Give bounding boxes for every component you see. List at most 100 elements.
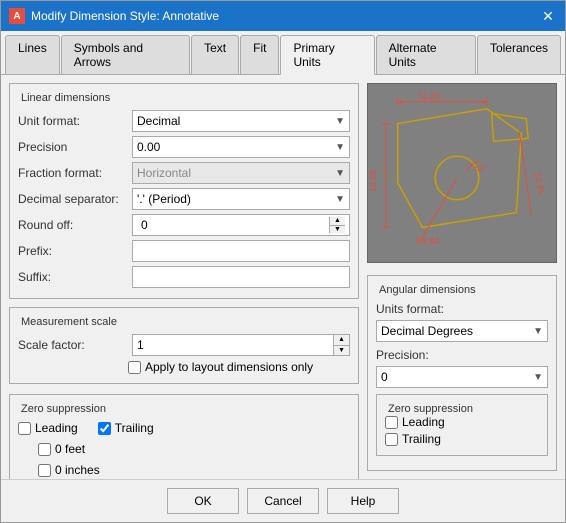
angular-zero-suppression-title: Zero suppression <box>385 403 476 415</box>
zero-suppression-title: Zero suppression <box>18 403 109 415</box>
main-window: A Modify Dimension Style: Annotative ✕ L… <box>0 0 566 523</box>
angular-precision-arrow: ▼ <box>533 372 543 383</box>
suffix-row: Suffix: <box>18 266 350 288</box>
decimal-separator-row: Decimal separator: '.' (Period) ▼ <box>18 188 350 210</box>
angular-dimensions-section: Angular dimensions Units format: Decimal… <box>367 275 557 471</box>
close-button[interactable]: ✕ <box>539 7 557 25</box>
zero-suppression-checkboxes: Leading Trailing <box>18 421 350 438</box>
preview-svg: 11.29 13.28 22.45 R8.94 <box>368 84 556 262</box>
angular-dimensions-title: Angular dimensions <box>376 284 479 296</box>
zero-inches-cb-row: 0 inches <box>38 463 100 477</box>
decimal-separator-label: Decimal separator: <box>18 192 128 206</box>
svg-text:13.28: 13.28 <box>368 170 378 192</box>
round-off-spinner[interactable]: 0 ▲ ▼ <box>132 214 350 236</box>
angular-leading-row: Leading <box>385 415 539 429</box>
titlebar-left: A Modify Dimension Style: Annotative <box>9 8 219 24</box>
cancel-button[interactable]: Cancel <box>247 488 319 514</box>
leading-checkbox[interactable] <box>18 422 31 435</box>
decimal-separator-arrow: ▼ <box>335 194 345 205</box>
unit-format-row: Unit format: Decimal ▼ <box>18 110 350 132</box>
svg-text:11.29: 11.29 <box>419 91 441 101</box>
tab-primary-units[interactable]: Primary Units <box>280 35 374 75</box>
tab-lines[interactable]: Lines <box>5 35 60 74</box>
precision-label: Precision <box>18 140 128 154</box>
ok-button[interactable]: OK <box>167 488 239 514</box>
angular-leading-label: Leading <box>402 415 445 429</box>
main-content: Linear dimensions Unit format: Decimal ▼… <box>1 75 565 479</box>
decimal-separator-dropdown[interactable]: '.' (Period) ▼ <box>132 188 350 210</box>
angular-units-format-label: Units format: <box>376 302 486 316</box>
scale-factor-spinner[interactable]: 1 ▲ ▼ <box>132 334 350 356</box>
svg-text:63°: 63° <box>475 164 487 173</box>
zero-suppression-section: Zero suppression Leading Trailing <box>9 394 359 479</box>
preview-box: 11.29 13.28 22.45 R8.94 <box>367 83 557 263</box>
zero-feet-label: 0 feet <box>55 442 85 456</box>
round-off-down[interactable]: ▼ <box>330 226 345 234</box>
angular-precision-dropdown[interactable]: 0 ▼ <box>376 366 548 388</box>
right-panel: 11.29 13.28 22.45 R8.94 <box>367 83 557 471</box>
prefix-label: Prefix: <box>18 244 128 258</box>
angular-precision-label: Precision: <box>376 348 486 362</box>
round-off-row: Round off: 0 ▲ ▼ <box>18 214 350 236</box>
angular-units-dropdown[interactable]: Decimal Degrees ▼ <box>376 320 548 342</box>
fraction-format-arrow: ▼ <box>335 168 345 179</box>
tab-fit[interactable]: Fit <box>240 35 279 74</box>
prefix-row: Prefix: <box>18 240 350 262</box>
scale-factor-up[interactable]: ▲ <box>334 335 349 346</box>
left-panel: Linear dimensions Unit format: Decimal ▼… <box>9 83 359 471</box>
window-title: Modify Dimension Style: Annotative <box>31 9 219 23</box>
angular-precision-dropdown-wrap: 0 ▼ <box>376 366 548 388</box>
zero-feet-row: 0 feet <box>38 442 85 456</box>
measurement-scale-title: Measurement scale <box>18 316 120 328</box>
angular-units-arrow: ▼ <box>533 326 543 337</box>
bottom-bar: OK Cancel Help <box>1 479 565 522</box>
trailing-checkbox[interactable] <box>98 422 111 435</box>
zero-inches-row: 0 inches <box>18 463 350 479</box>
angular-units-format-row: Units format: <box>376 302 548 316</box>
tab-alternate-units[interactable]: Alternate Units <box>376 35 476 74</box>
leading-label: Leading <box>35 421 78 435</box>
app-icon: A <box>9 8 25 24</box>
tab-text[interactable]: Text <box>191 35 239 74</box>
trailing-row: Trailing <box>98 421 154 435</box>
linear-dimensions-title: Linear dimensions <box>18 92 113 104</box>
scale-factor-row: Scale factor: 1 ▲ ▼ <box>18 334 350 356</box>
unit-format-dropdown[interactable]: Decimal ▼ <box>132 110 350 132</box>
angular-trailing-row: Trailing <box>385 432 539 446</box>
angular-units-dropdown-wrap: Decimal Degrees ▼ <box>376 320 548 342</box>
unit-format-arrow: ▼ <box>335 116 345 127</box>
round-off-up[interactable]: ▲ <box>330 217 345 226</box>
apply-to-layout-checkbox[interactable] <box>128 361 141 374</box>
angular-leading-checkbox[interactable] <box>385 416 398 429</box>
angular-trailing-label: Trailing <box>402 432 441 446</box>
zero-feet-checkbox[interactable] <box>38 443 51 456</box>
linear-dimensions-section: Linear dimensions Unit format: Decimal ▼… <box>9 83 359 299</box>
tab-symbols-and-arrows[interactable]: Symbols and Arrows <box>61 35 190 74</box>
angular-trailing-checkbox[interactable] <box>385 433 398 446</box>
help-button[interactable]: Help <box>327 488 399 514</box>
measurement-scale-section: Measurement scale Scale factor: 1 ▲ ▼ <box>9 307 359 384</box>
round-off-spinner-btns[interactable]: ▲ ▼ <box>329 217 345 233</box>
trailing-label: Trailing <box>115 421 154 435</box>
unit-format-label: Unit format: <box>18 114 128 128</box>
angular-zero-suppression: Zero suppression Leading Trailing <box>376 394 548 456</box>
tab-bar: Lines Symbols and Arrows Text Fit Primar… <box>1 31 565 75</box>
apply-to-layout-label: Apply to layout dimensions only <box>145 360 313 374</box>
fraction-format-row: Fraction format: Horizontal ▼ <box>18 162 350 184</box>
round-off-label: Round off: <box>18 218 128 232</box>
precision-row: Precision 0.00 ▼ <box>18 136 350 158</box>
titlebar: A Modify Dimension Style: Annotative ✕ <box>1 1 565 31</box>
scale-factor-btns[interactable]: ▲ ▼ <box>333 335 349 355</box>
zero-inches-checkbox[interactable] <box>38 464 51 477</box>
zero-inches-label: 0 inches <box>55 463 100 477</box>
scale-factor-down[interactable]: ▼ <box>334 346 349 356</box>
angular-precision-row: Precision: <box>376 348 548 362</box>
fraction-format-dropdown: Horizontal ▼ <box>132 162 350 184</box>
suffix-label: Suffix: <box>18 270 128 284</box>
tab-tolerances[interactable]: Tolerances <box>477 35 561 74</box>
scale-factor-label: Scale factor: <box>18 338 128 352</box>
suffix-input[interactable] <box>132 266 350 288</box>
prefix-input[interactable] <box>132 240 350 262</box>
zero-feet-inches-row: 0 feet <box>18 442 350 459</box>
precision-dropdown[interactable]: 0.00 ▼ <box>132 136 350 158</box>
